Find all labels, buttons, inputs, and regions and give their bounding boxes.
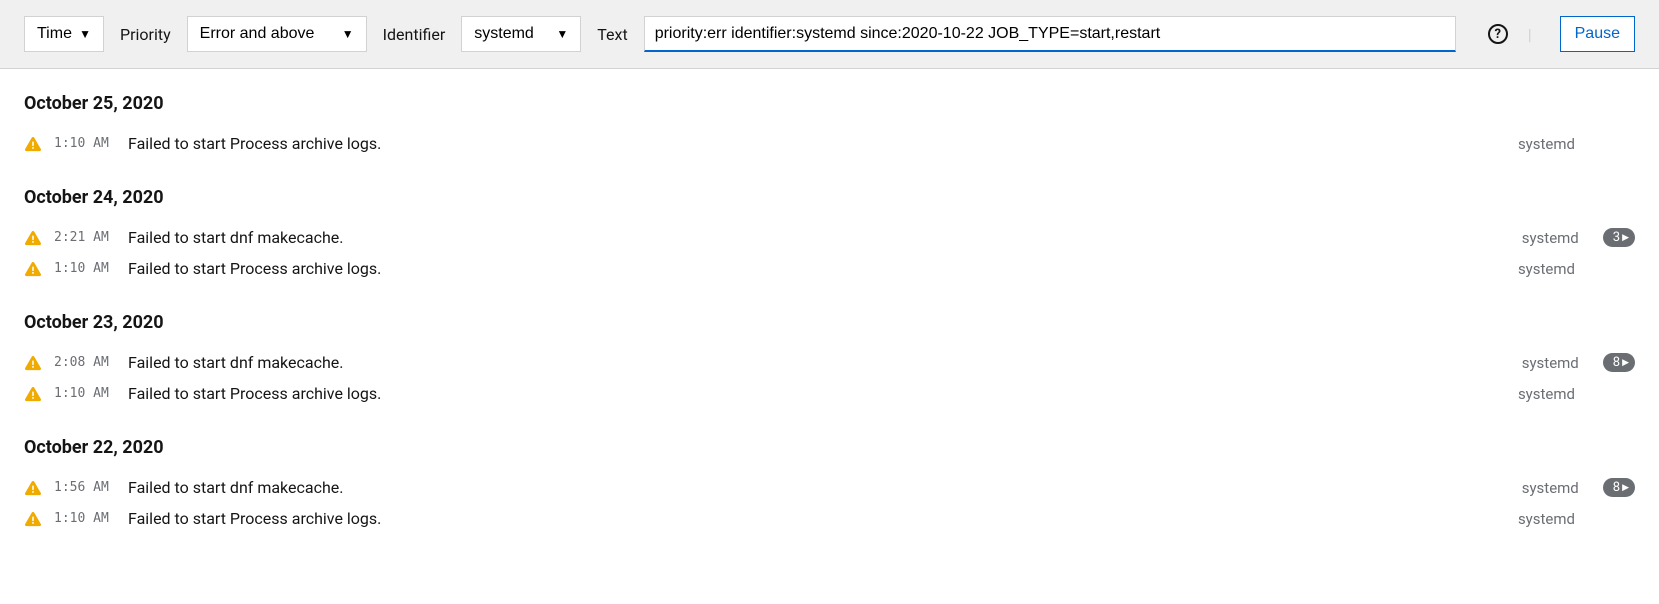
date-header: October 25, 2020 — [24, 93, 1635, 114]
priority-dropdown[interactable]: Error and above ▼ — [187, 16, 367, 52]
time-dropdown[interactable]: Time ▼ — [24, 16, 104, 52]
log-entry[interactable]: 1:10 AM Failed to start Process archive l… — [24, 128, 1635, 159]
log-time: 2:21 AM — [54, 230, 116, 245]
warning-icon — [24, 510, 42, 528]
time-dropdown-label: Time — [37, 25, 72, 43]
log-identifier: systemd — [1522, 479, 1579, 497]
warning-icon — [24, 135, 42, 153]
count-badge[interactable]: 3▶ — [1603, 228, 1635, 247]
chevron-right-icon: ▶ — [1622, 233, 1629, 243]
log-entry[interactable]: 1:10 AM Failed to start Process archive l… — [24, 253, 1635, 284]
date-group: October 24, 2020 2:21 AM Failed to start d… — [24, 187, 1635, 284]
log-identifier: systemd — [1518, 510, 1575, 528]
log-time: 1:10 AM — [54, 511, 116, 526]
log-message: Failed to start dnf makecache. — [128, 478, 1510, 497]
log-message: Failed to start Process archive logs. — [128, 134, 1506, 153]
log-message: Failed to start Process archive logs. — [128, 384, 1506, 403]
log-time: 1:10 AM — [54, 136, 116, 151]
caret-down-icon: ▼ — [556, 27, 568, 41]
log-entry[interactable]: 2:08 AM Failed to start dnf makecache. sys… — [24, 347, 1635, 378]
text-label: Text — [597, 25, 627, 44]
log-entry[interactable]: 1:56 AM Failed to start dnf makecache. sys… — [24, 472, 1635, 503]
count-badge-value: 8 — [1613, 355, 1620, 370]
log-entry[interactable]: 2:21 AM Failed to start dnf makecache. sys… — [24, 222, 1635, 253]
count-badge-value: 3 — [1613, 230, 1620, 245]
priority-dropdown-value: Error and above — [200, 25, 315, 43]
date-group: October 25, 2020 1:10 AM Failed to start P… — [24, 93, 1635, 159]
filter-toolbar: Time ▼ Priority Error and above ▼ Identi… — [0, 0, 1659, 69]
caret-down-icon: ▼ — [79, 27, 91, 41]
log-message: Failed to start Process archive logs. — [128, 259, 1506, 278]
warning-icon — [24, 260, 42, 278]
count-badge[interactable]: 8▶ — [1603, 478, 1635, 497]
count-badge[interactable]: 8▶ — [1603, 353, 1635, 372]
logs-container: October 25, 2020 1:10 AM Failed to start P… — [0, 69, 1659, 586]
priority-label: Priority — [120, 25, 171, 44]
date-group: October 23, 2020 2:08 AM Failed to start d… — [24, 312, 1635, 409]
log-time: 1:10 AM — [54, 261, 116, 276]
chevron-right-icon: ▶ — [1622, 483, 1629, 493]
log-message: Failed to start Process archive logs. — [128, 509, 1506, 528]
warning-icon — [24, 229, 42, 247]
caret-down-icon: ▼ — [342, 27, 354, 41]
date-header: October 24, 2020 — [24, 187, 1635, 208]
search-text-input[interactable] — [644, 16, 1456, 52]
log-identifier: systemd — [1518, 385, 1575, 403]
log-entry[interactable]: 1:10 AM Failed to start Process archive l… — [24, 378, 1635, 409]
warning-icon — [24, 354, 42, 372]
chevron-right-icon: ▶ — [1622, 358, 1629, 368]
log-message: Failed to start dnf makecache. — [128, 353, 1510, 372]
log-entry[interactable]: 1:10 AM Failed to start Process archive l… — [24, 503, 1635, 534]
warning-icon — [24, 479, 42, 497]
help-icon[interactable]: ? — [1488, 24, 1508, 44]
identifier-dropdown[interactable]: systemd ▼ — [461, 16, 581, 52]
count-badge-value: 8 — [1613, 480, 1620, 495]
log-time: 1:10 AM — [54, 386, 116, 401]
log-identifier: systemd — [1522, 354, 1579, 372]
log-identifier: systemd — [1518, 135, 1575, 153]
log-identifier: systemd — [1518, 260, 1575, 278]
toolbar-divider: | — [1528, 25, 1532, 44]
date-header: October 23, 2020 — [24, 312, 1635, 333]
date-group: October 22, 2020 1:56 AM Failed to start d… — [24, 437, 1635, 534]
warning-icon — [24, 385, 42, 403]
identifier-dropdown-value: systemd — [474, 25, 534, 43]
log-time: 2:08 AM — [54, 355, 116, 370]
log-message: Failed to start dnf makecache. — [128, 228, 1510, 247]
date-header: October 22, 2020 — [24, 437, 1635, 458]
log-time: 1:56 AM — [54, 480, 116, 495]
identifier-label: Identifier — [383, 25, 446, 44]
pause-button[interactable]: Pause — [1560, 16, 1635, 52]
log-identifier: systemd — [1522, 229, 1579, 247]
